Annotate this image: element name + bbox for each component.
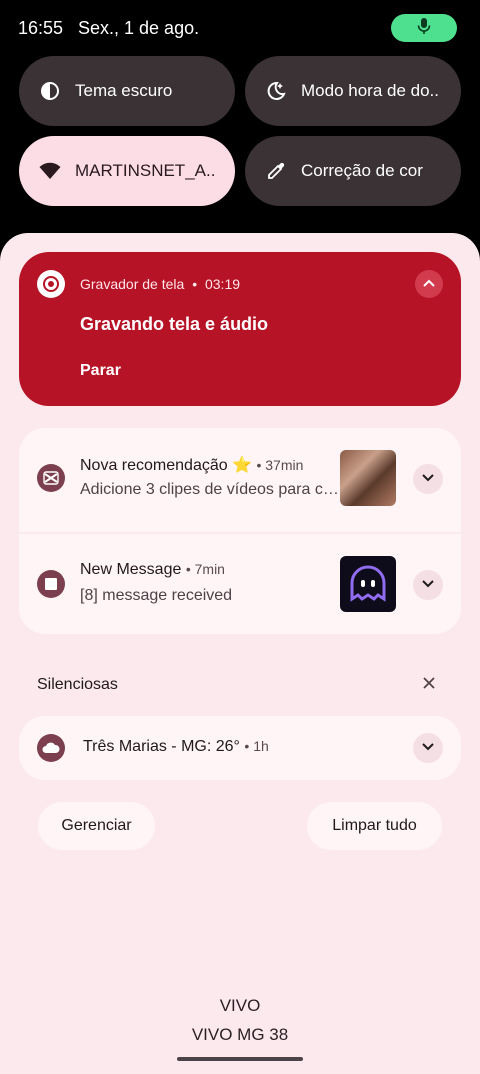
- microphone-icon: [417, 17, 431, 40]
- notification-title-row: New Message • 7min: [80, 561, 225, 579]
- video-thumbnail: [340, 450, 396, 506]
- wifi-icon: [39, 160, 61, 182]
- notification-title-row: Três Marias - MG: 26° • 1h: [83, 738, 269, 756]
- capcut-icon: [37, 464, 65, 492]
- notification-time: 37min: [265, 457, 304, 473]
- clear-all-button[interactable]: Limpar tudo: [307, 802, 442, 850]
- notification-title: Nova recomendação ⭐: [80, 457, 253, 474]
- notification-text: Adicione 3 clipes de vídeos para criar: [80, 481, 342, 498]
- clock: 16:55: [18, 18, 64, 38]
- chevron-down-icon: [421, 576, 435, 594]
- separator: •: [192, 276, 198, 292]
- tile-dark-theme[interactable]: Tema escuro: [19, 56, 235, 126]
- notification-text: [8] message received: [80, 587, 233, 604]
- expand-button[interactable]: [413, 733, 443, 763]
- expand-button[interactable]: [413, 570, 443, 600]
- tile-label: Correção de cor: [301, 161, 423, 180]
- gesture-handle[interactable]: [177, 1057, 303, 1061]
- close-icon: [423, 676, 435, 694]
- tile-label: Tema escuro: [75, 81, 173, 100]
- tile-label: MARTINSNET_A..: [75, 161, 216, 180]
- dismiss-silent-button[interactable]: [418, 674, 440, 696]
- screen-record-icon: [37, 270, 65, 298]
- mic-in-use-indicator[interactable]: [391, 14, 457, 42]
- carrier-name: VIVO: [219, 996, 261, 1015]
- notification-title: Gravando tela e áudio: [80, 314, 269, 334]
- notification-time: 1h: [253, 738, 269, 754]
- notification-time: 7min: [194, 561, 225, 577]
- chat-app-thumbnail: [340, 556, 396, 612]
- carrier-network: VIVO MG 38: [191, 1025, 289, 1044]
- notification-new-message[interactable]: New Message • 7min [8] message received: [19, 532, 461, 634]
- notification-time-sep: •: [244, 738, 254, 754]
- tile-wifi[interactable]: MARTINSNET_A..: [19, 136, 235, 206]
- cloud-icon: [37, 734, 65, 762]
- square-app-icon: [37, 570, 65, 598]
- tile-bedtime-mode[interactable]: Modo hora de do..: [245, 56, 461, 126]
- notification-weather[interactable]: Três Marias - MG: 26° • 1h: [19, 716, 461, 780]
- chevron-up-icon: [422, 275, 436, 293]
- notification-title: New Message: [80, 561, 182, 578]
- screen-recorder-notification[interactable]: Gravador de tela • 03:19 Gravando tela e…: [19, 252, 461, 406]
- collapse-button[interactable]: [415, 270, 443, 298]
- app-name: Gravador de tela: [80, 276, 185, 292]
- manage-button[interactable]: Gerenciar: [38, 802, 155, 850]
- notification-time-sep: •: [256, 457, 266, 473]
- notification-time-sep: •: [185, 561, 195, 577]
- recorder-header: Gravador de tela • 03:19: [80, 276, 240, 292]
- notification-capcut[interactable]: Nova recomendação ⭐ • 37min Adicione 3 c…: [19, 428, 461, 530]
- contrast-icon: [39, 80, 61, 102]
- eyedropper-icon: [265, 160, 287, 182]
- date[interactable]: Sex., 1 de ago.: [78, 18, 199, 39]
- stop-button[interactable]: Parar: [80, 362, 121, 380]
- notification-title: Três Marias - MG: 26°: [83, 738, 240, 755]
- silent-section-header: Silenciosas: [37, 676, 118, 693]
- elapsed-time: 03:19: [204, 276, 241, 292]
- status-bar: 16:55 Sex., 1 de ago.: [0, 0, 480, 56]
- chevron-down-icon: [421, 470, 435, 488]
- chevron-down-icon: [421, 739, 435, 757]
- tile-color-correction[interactable]: Correção de cor: [245, 136, 461, 206]
- expand-button[interactable]: [413, 464, 443, 494]
- bedtime-icon: [265, 80, 287, 102]
- notification-title-row: Nova recomendação ⭐ • 37min: [80, 455, 303, 475]
- tile-label: Modo hora de do..: [301, 81, 439, 100]
- notification-group: Nova recomendação ⭐ • 37min Adicione 3 c…: [19, 428, 461, 634]
